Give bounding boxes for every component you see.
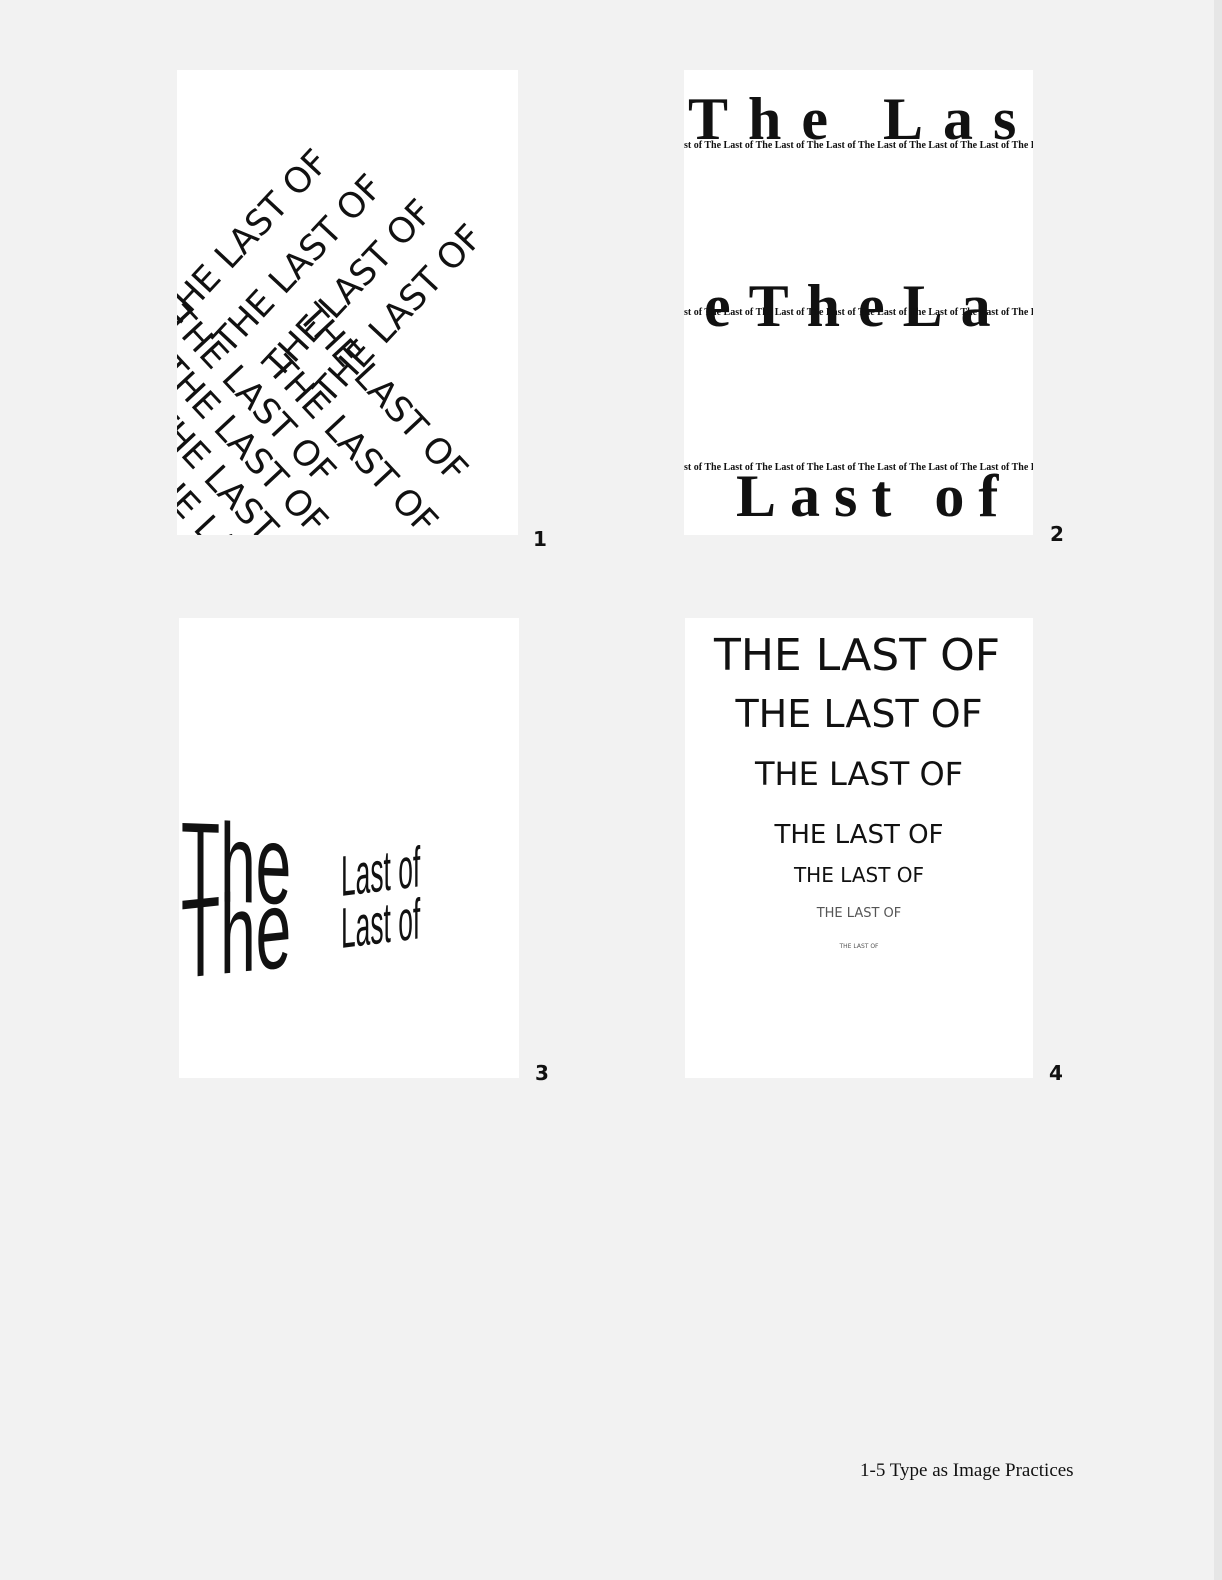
poster-2-repeat-line: st of The Last of The Last of The Last o… [684,140,1033,151]
poster-3: The Last of The Last of [179,618,519,1078]
poster-3-last-of: Last of [341,888,421,961]
poster-1-artwork: THE LAST OF THE LAST OF THE LAST OF THE … [177,142,491,535]
poster-2-repeat-line: st of The Last of The Last of The Last o… [684,307,1033,318]
poster-1: THE LAST OF THE LAST OF THE LAST OF THE … [177,70,518,535]
page-caption: 1-5 Type as Image Practices [860,1460,1074,1481]
poster-2-large-bottom: Last of [736,463,1012,529]
poster-3-the: The [181,866,291,1003]
poster-4-line: THE LAST OF [734,692,982,736]
page-edge [1214,0,1222,1580]
poster-4-line: THE LAST OF [713,630,1000,681]
poster-4-number: 4 [1049,1061,1063,1085]
poster-3-number: 3 [535,1061,549,1085]
poster-2: The Last st of The Last of The Last of T… [684,70,1033,535]
poster-4-line: THE LAST OF [773,820,943,850]
poster-2-large-mid: eTheLa [704,273,1009,339]
poster-1-number: 1 [533,527,547,551]
poster-4-line: THE LAST OF [754,755,963,793]
poster-2-artwork: The Last st of The Last of The Last of T… [684,86,1033,529]
poster-3-artwork: The Last of The Last of [181,799,421,1003]
poster-4-line: THE LAST OF [793,863,924,887]
poster-2-number: 2 [1050,522,1064,546]
poster-4-line: THE LAST OF [838,943,879,950]
poster-4: THE LAST OF THE LAST OF THE LAST OF THE … [685,618,1033,1078]
poster-4-line: THE LAST OF [816,906,902,921]
poster-4-artwork: THE LAST OF THE LAST OF THE LAST OF THE … [713,630,1000,950]
